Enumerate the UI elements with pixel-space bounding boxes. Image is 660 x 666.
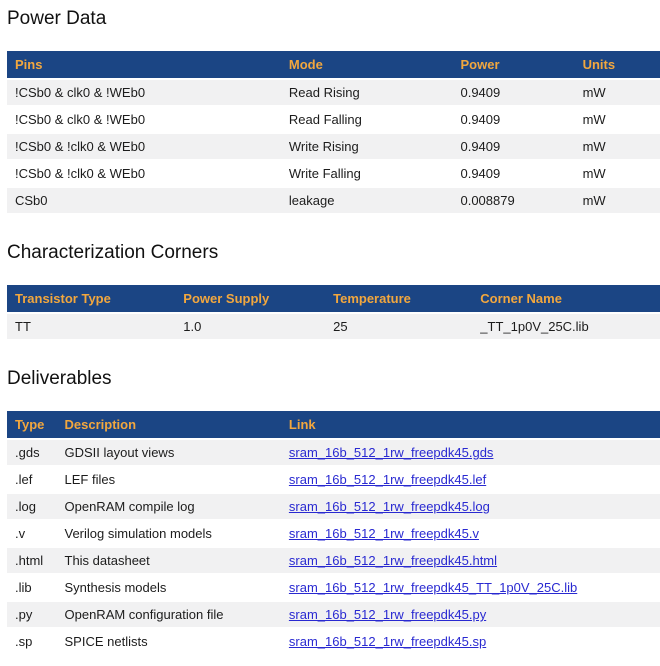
cell-pins: !CSb0 & clk0 & !WEb0 xyxy=(7,79,281,106)
table-header-row: Transistor Type Power Supply Temperature… xyxy=(7,285,660,313)
cell-power: 0.9409 xyxy=(452,133,574,160)
cell-link: sram_16b_512_1rw_freepdk45.lef xyxy=(281,466,660,493)
cell-transistor-type: TT xyxy=(7,313,175,340)
cell-type: .html xyxy=(7,547,57,574)
characterization-corners-section: Characterization Corners Transistor Type… xyxy=(7,242,660,341)
cell-description: Verilog simulation models xyxy=(57,520,281,547)
table-row: !CSb0 & clk0 & !WEb0 Read Falling 0.9409… xyxy=(7,106,660,133)
section-title-deliverables: Deliverables xyxy=(7,368,660,390)
cell-pins: !CSb0 & !clk0 & WEb0 xyxy=(7,160,281,187)
table-header-row: Type Description Link xyxy=(7,411,660,439)
cell-link: sram_16b_512_1rw_freepdk45.sp xyxy=(281,628,660,655)
power-data-section: Power Data Pins Mode Power Units !CSb0 &… xyxy=(7,8,660,215)
deliverable-link-v[interactable]: sram_16b_512_1rw_freepdk45.v xyxy=(289,526,479,541)
cell-link: sram_16b_512_1rw_freepdk45.v xyxy=(281,520,660,547)
cell-units: mW xyxy=(575,79,660,106)
cell-pins: CSb0 xyxy=(7,187,281,214)
cell-link: sram_16b_512_1rw_freepdk45_TT_1p0V_25C.l… xyxy=(281,574,660,601)
table-row: .log OpenRAM compile log sram_16b_512_1r… xyxy=(7,493,660,520)
column-header-temperature: Temperature xyxy=(325,285,472,313)
cell-temperature: 25 xyxy=(325,313,472,340)
cell-power: 0.008879 xyxy=(452,187,574,214)
table-row: .v Verilog simulation models sram_16b_51… xyxy=(7,520,660,547)
deliverable-link-log[interactable]: sram_16b_512_1rw_freepdk45.log xyxy=(289,499,490,514)
deliverable-link-py[interactable]: sram_16b_512_1rw_freepdk45.py xyxy=(289,607,486,622)
deliverable-link-html[interactable]: sram_16b_512_1rw_freepdk45.html xyxy=(289,553,497,568)
deliverable-link-gds[interactable]: sram_16b_512_1rw_freepdk45.gds xyxy=(289,445,494,460)
cell-pins: !CSb0 & !clk0 & WEb0 xyxy=(7,133,281,160)
table-row: .html This datasheet sram_16b_512_1rw_fr… xyxy=(7,547,660,574)
cell-description: Synthesis models xyxy=(57,574,281,601)
column-header-power-supply: Power Supply xyxy=(175,285,325,313)
table-row: .lib Synthesis models sram_16b_512_1rw_f… xyxy=(7,574,660,601)
table-row: .py OpenRAM configuration file sram_16b_… xyxy=(7,601,660,628)
cell-type: .gds xyxy=(7,439,57,466)
cell-mode: Read Rising xyxy=(281,79,453,106)
table-row: CSb0 leakage 0.008879 mW xyxy=(7,187,660,214)
column-header-pins: Pins xyxy=(7,51,281,79)
cell-mode: leakage xyxy=(281,187,453,214)
table-row: .gds GDSII layout views sram_16b_512_1rw… xyxy=(7,439,660,466)
cell-units: mW xyxy=(575,160,660,187)
cell-type: .v xyxy=(7,520,57,547)
cell-mode: Read Falling xyxy=(281,106,453,133)
section-title-power-data: Power Data xyxy=(7,8,660,30)
column-header-power: Power xyxy=(452,51,574,79)
cell-description: OpenRAM compile log xyxy=(57,493,281,520)
cell-type: .lib xyxy=(7,574,57,601)
cell-power: 0.9409 xyxy=(452,79,574,106)
power-data-table: Pins Mode Power Units !CSb0 & clk0 & !WE… xyxy=(7,51,660,215)
deliverables-table: Type Description Link .gds GDSII layout … xyxy=(7,411,660,656)
cell-mode: Write Rising xyxy=(281,133,453,160)
table-row: .lef LEF files sram_16b_512_1rw_freepdk4… xyxy=(7,466,660,493)
cell-link: sram_16b_512_1rw_freepdk45.html xyxy=(281,547,660,574)
column-header-mode: Mode xyxy=(281,51,453,79)
cell-type: .py xyxy=(7,601,57,628)
column-header-corner-name: Corner Name xyxy=(472,285,660,313)
column-header-link: Link xyxy=(281,411,660,439)
cell-description: GDSII layout views xyxy=(57,439,281,466)
deliverable-link-lef[interactable]: sram_16b_512_1rw_freepdk45.lef xyxy=(289,472,486,487)
cell-units: mW xyxy=(575,133,660,160)
table-row: !CSb0 & !clk0 & WEb0 Write Falling 0.940… xyxy=(7,160,660,187)
table-header-row: Pins Mode Power Units xyxy=(7,51,660,79)
deliverable-link-lib[interactable]: sram_16b_512_1rw_freepdk45_TT_1p0V_25C.l… xyxy=(289,580,577,595)
cell-link: sram_16b_512_1rw_freepdk45.py xyxy=(281,601,660,628)
table-row: .sp SPICE netlists sram_16b_512_1rw_free… xyxy=(7,628,660,655)
cell-link: sram_16b_512_1rw_freepdk45.log xyxy=(281,493,660,520)
cell-description: OpenRAM configuration file xyxy=(57,601,281,628)
deliverable-link-sp[interactable]: sram_16b_512_1rw_freepdk45.sp xyxy=(289,634,486,649)
cell-description: This datasheet xyxy=(57,547,281,574)
table-row: !CSb0 & clk0 & !WEb0 Read Rising 0.9409 … xyxy=(7,79,660,106)
cell-mode: Write Falling xyxy=(281,160,453,187)
column-header-transistor-type: Transistor Type xyxy=(7,285,175,313)
column-header-description: Description xyxy=(57,411,281,439)
cell-type: .sp xyxy=(7,628,57,655)
cell-pins: !CSb0 & clk0 & !WEb0 xyxy=(7,106,281,133)
cell-units: mW xyxy=(575,187,660,214)
cell-type: .log xyxy=(7,493,57,520)
characterization-corners-table: Transistor Type Power Supply Temperature… xyxy=(7,285,660,341)
deliverables-section: Deliverables Type Description Link .gds … xyxy=(7,368,660,656)
cell-power-supply: 1.0 xyxy=(175,313,325,340)
cell-power: 0.9409 xyxy=(452,160,574,187)
cell-units: mW xyxy=(575,106,660,133)
cell-link: sram_16b_512_1rw_freepdk45.gds xyxy=(281,439,660,466)
column-header-type: Type xyxy=(7,411,57,439)
cell-description: SPICE netlists xyxy=(57,628,281,655)
column-header-units: Units xyxy=(575,51,660,79)
section-title-characterization-corners: Characterization Corners xyxy=(7,242,660,264)
table-row: TT 1.0 25 _TT_1p0V_25C.lib xyxy=(7,313,660,340)
cell-type: .lef xyxy=(7,466,57,493)
cell-power: 0.9409 xyxy=(452,106,574,133)
table-row: !CSb0 & !clk0 & WEb0 Write Rising 0.9409… xyxy=(7,133,660,160)
cell-description: LEF files xyxy=(57,466,281,493)
cell-corner-name: _TT_1p0V_25C.lib xyxy=(472,313,660,340)
